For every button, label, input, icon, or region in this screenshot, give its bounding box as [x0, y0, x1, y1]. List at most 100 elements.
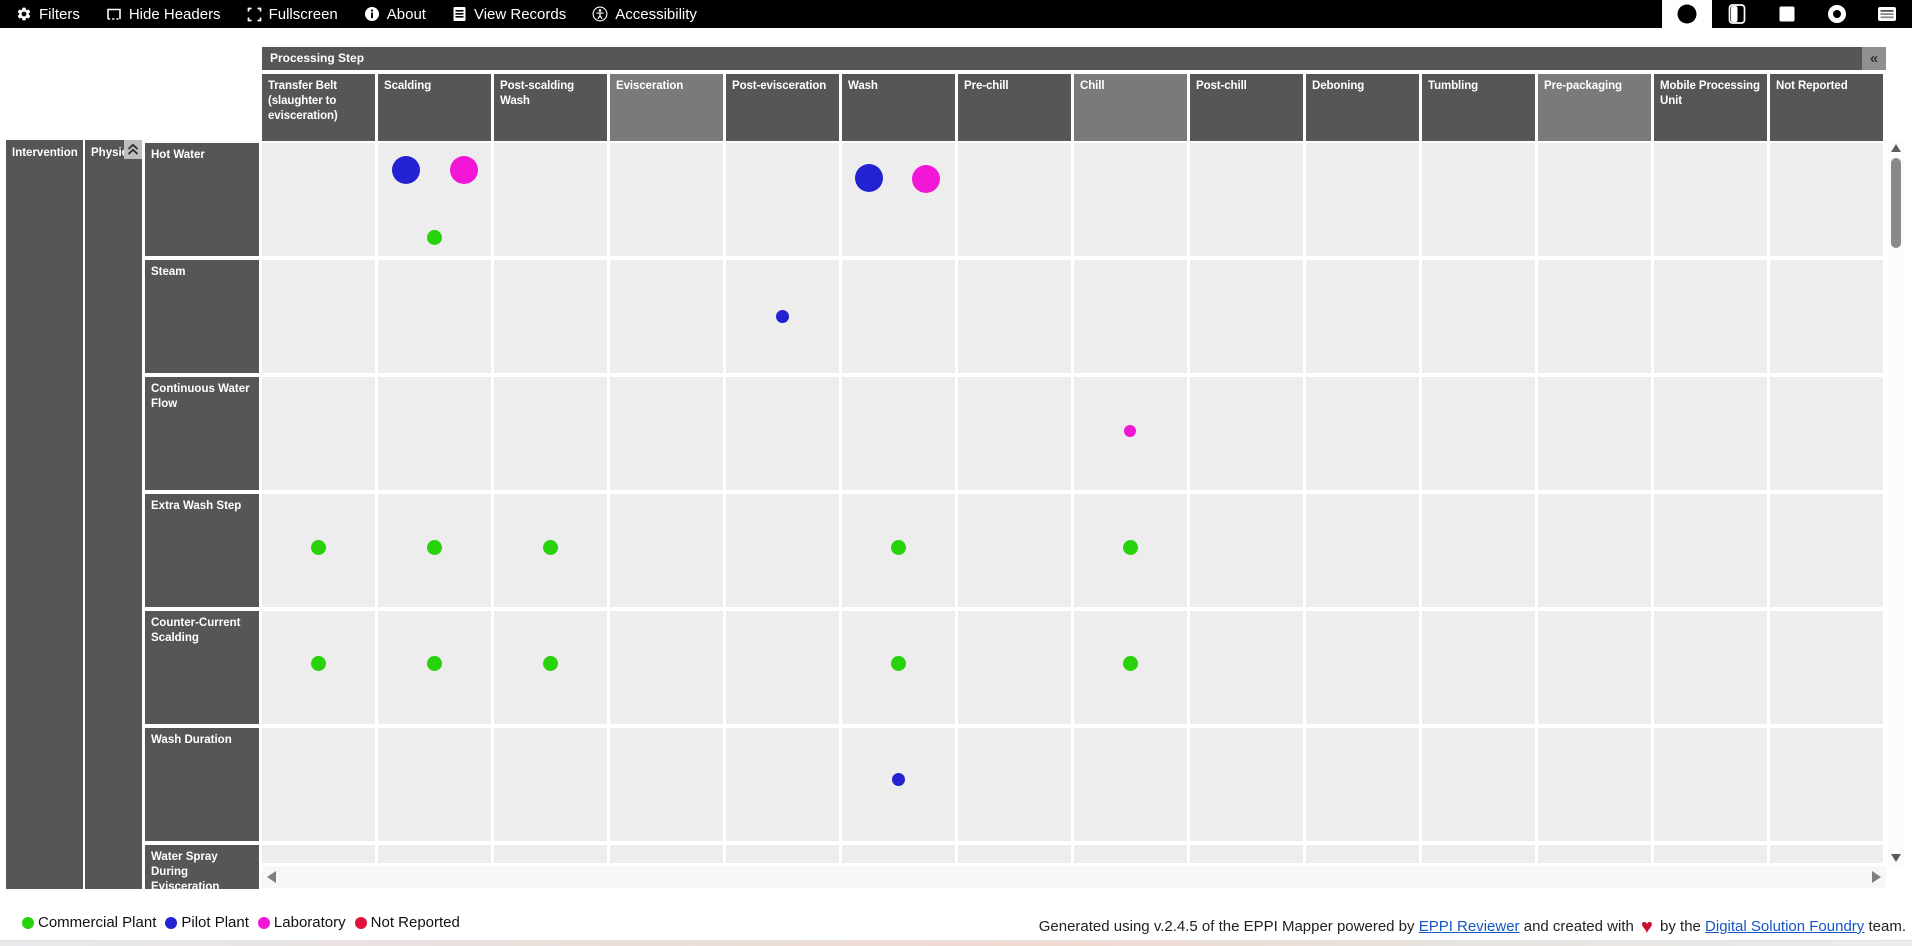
study-dot-laboratory[interactable] [911, 164, 940, 193]
vertical-scrollbar-thumb[interactable] [1891, 158, 1901, 248]
column-header: Pre-chill [958, 74, 1071, 141]
matrix-body [262, 143, 1883, 863]
matrix-cell [1306, 728, 1419, 841]
row-header: Extra Wash Step [145, 494, 259, 607]
matrix-cell [378, 845, 491, 863]
row-group-label: Intervention [12, 147, 78, 159]
split-circle-style-button[interactable] [1712, 0, 1762, 28]
view-records-label: View Records [473, 5, 567, 23]
legend-dot-notreported [354, 916, 367, 929]
matrix-cell [1422, 494, 1535, 607]
matrix-cell [1538, 728, 1651, 841]
legend-item: Pilot Plant [165, 914, 249, 931]
matrix-cell [1538, 611, 1651, 724]
credit-prefix: Generated using v.2.4.5 of the EPPI Mapp… [1038, 918, 1419, 935]
matrix-cell [1306, 377, 1419, 490]
legend-label: Commercial Plant [38, 914, 157, 931]
study-dot-commercial[interactable] [427, 540, 442, 555]
toolbar-left-group: Filters Hide Headers Fullscreen About Vi… [0, 6, 1662, 23]
about-label: About [386, 5, 426, 23]
matrix-cell [958, 845, 1071, 863]
scroll-up-icon[interactable] [1891, 144, 1901, 152]
vertical-scrollbar[interactable] [1888, 140, 1904, 866]
matrix-cell [1190, 728, 1303, 841]
study-dot-commercial[interactable] [543, 540, 558, 555]
matrix-cell [378, 728, 491, 841]
toolbar: Filters Hide Headers Fullscreen About Vi… [0, 0, 1912, 28]
study-dot-commercial[interactable] [543, 656, 558, 671]
matrix-cell [494, 377, 607, 490]
chevron-up-double-icon [127, 143, 139, 155]
row-group-header-intervention: Intervention [6, 140, 83, 889]
row-header: Counter-Current Scalding [145, 611, 259, 724]
matrix-cell [1074, 260, 1187, 373]
accessibility-label: Accessibility [615, 5, 697, 23]
matrix-cell [1306, 260, 1419, 373]
circle-style-button[interactable] [1662, 0, 1712, 28]
matrix-cell [1770, 728, 1883, 841]
collapse-rows-button[interactable] [124, 140, 142, 159]
matrix-cell [726, 845, 839, 863]
legend-dot-laboratory [257, 916, 270, 929]
square-style-button[interactable] [1762, 0, 1812, 28]
matrix-cell [1654, 611, 1767, 724]
matrix-cell [842, 260, 955, 373]
study-dot-pilot[interactable] [391, 155, 420, 184]
matrix-cell [958, 494, 1071, 607]
study-dot-commercial[interactable] [427, 656, 442, 671]
hide-headers-label: Hide Headers [128, 5, 221, 23]
view-records-button[interactable]: View Records [452, 6, 566, 23]
study-dot-commercial[interactable] [891, 540, 906, 555]
matrix-cell [610, 143, 723, 256]
accessibility-button[interactable]: Accessibility [592, 6, 697, 23]
study-dot-commercial[interactable] [427, 230, 442, 245]
matrix-cell [378, 260, 491, 373]
matrix-cell [1770, 377, 1883, 490]
study-dot-commercial[interactable] [311, 656, 326, 671]
study-dot-commercial[interactable] [1123, 656, 1138, 671]
eppi-reviewer-link[interactable]: EPPI Reviewer [1419, 918, 1520, 935]
study-dot-laboratory[interactable] [1123, 424, 1136, 437]
legend-dot-pilot [165, 916, 178, 929]
matrix-cell [1422, 845, 1535, 863]
scroll-down-icon[interactable] [1891, 854, 1901, 862]
legend: Commercial Plant Pilot Plant Laboratory Not… [22, 914, 460, 931]
study-dot-pilot[interactable] [854, 163, 883, 192]
scroll-right-icon[interactable] [1872, 871, 1881, 883]
hide-headers-button[interactable]: Hide Headers [106, 6, 221, 23]
circle-style-icon [1677, 4, 1697, 24]
horizontal-scrollbar[interactable] [262, 866, 1886, 888]
view-records-icon [453, 7, 466, 21]
split-style-icon [1728, 4, 1746, 24]
map-style-switcher [1662, 0, 1912, 28]
filters-label: Filters [39, 5, 80, 23]
list-style-button[interactable] [1862, 0, 1912, 28]
matrix-cell [1422, 611, 1535, 724]
fullscreen-button[interactable]: Fullscreen [247, 6, 338, 23]
scroll-left-icon[interactable] [267, 871, 276, 883]
column-header: Post-evisceration [726, 74, 839, 141]
study-dot-laboratory[interactable] [449, 155, 478, 184]
study-dot-commercial[interactable] [311, 540, 326, 555]
row-header: Steam [145, 260, 259, 373]
dsf-link[interactable]: Digital Solution Foundry [1705, 918, 1864, 935]
matrix-cell [1190, 260, 1303, 373]
matrix-cell [1538, 377, 1651, 490]
study-dot-pilot[interactable] [892, 773, 905, 786]
matrix-cell[interactable] [842, 143, 955, 256]
filters-button[interactable]: Filters [16, 6, 80, 23]
collapse-columns-button[interactable]: « [1862, 47, 1886, 70]
study-dot-pilot[interactable] [776, 310, 789, 323]
column-header: Evisceration [610, 74, 723, 141]
study-dot-commercial[interactable] [1123, 540, 1138, 555]
column-header: Post-scalding Wash [494, 74, 607, 141]
about-button[interactable]: About [364, 6, 426, 23]
study-dot-commercial[interactable] [891, 656, 906, 671]
matrix-cell [1538, 494, 1651, 607]
column-header: Transfer Belt (slaughter to evisceration… [262, 74, 375, 141]
donut-style-button[interactable] [1812, 0, 1862, 28]
credit-mid1: and created with [1519, 918, 1638, 935]
row-subgroup-header-physical: Physical [85, 140, 142, 889]
matrix-cell [842, 377, 955, 490]
matrix-cell [726, 611, 839, 724]
